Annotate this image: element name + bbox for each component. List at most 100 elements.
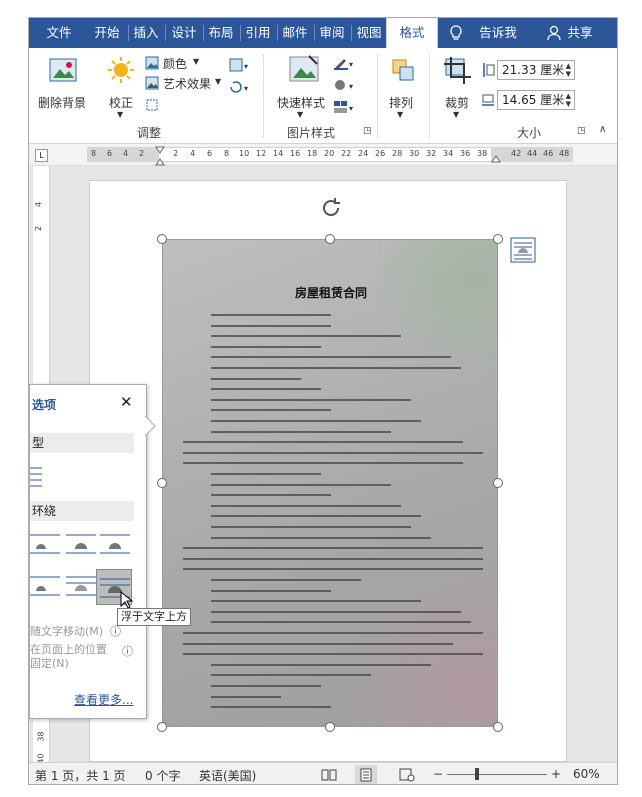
crop-label[interactable]: 裁剪 xyxy=(445,94,469,111)
ruler-tick: 2 xyxy=(34,225,44,232)
dialog-launcher-icon[interactable]: ◳ xyxy=(577,126,586,136)
inline-with-text-icon[interactable] xyxy=(30,463,60,489)
resize-handle-w[interactable] xyxy=(157,478,167,488)
color-icon[interactable] xyxy=(145,56,159,70)
compress-pictures-icon[interactable] xyxy=(145,98,159,112)
width-input[interactable]: 14.65 厘米 ▲ ▼ xyxy=(497,90,575,110)
document-page[interactable]: 房屋租赁合同 xyxy=(89,180,567,762)
remove-background-label[interactable]: 删除背景 xyxy=(38,94,86,111)
text-line xyxy=(211,335,401,338)
wrap-top-bottom-icon[interactable] xyxy=(30,573,60,599)
tab-view[interactable]: 视图 xyxy=(352,18,386,48)
share-button[interactable]: 共享 xyxy=(563,18,597,48)
zoom-in-button[interactable]: + xyxy=(551,767,561,781)
quick-styles-icon[interactable] xyxy=(287,54,321,86)
correct-label[interactable]: 校正 xyxy=(109,94,133,111)
chevron-down-icon[interactable]: ▼ xyxy=(297,110,303,119)
layout-options-icon[interactable] xyxy=(510,237,536,263)
chevron-down-icon[interactable]: ▼ xyxy=(453,110,459,119)
zoom-slider-thumb[interactable] xyxy=(475,768,479,780)
ruler-tick: 18 xyxy=(307,149,318,158)
tell-me-box[interactable]: 告诉我 xyxy=(475,18,521,48)
reset-picture-icon[interactable]: ▾ xyxy=(229,80,253,94)
width-icon xyxy=(482,94,494,106)
group-divider xyxy=(263,54,264,138)
behind-text-icon[interactable] xyxy=(66,573,96,599)
tab-home[interactable]: 开始 xyxy=(89,18,125,48)
text-line xyxy=(183,642,453,645)
text-line xyxy=(183,462,463,465)
artistic-effects-label[interactable]: 艺术效果 xyxy=(163,75,211,92)
color-label[interactable]: 颜色 xyxy=(163,55,187,72)
resize-handle-se[interactable] xyxy=(493,722,503,732)
web-layout-icon[interactable] xyxy=(399,768,415,782)
height-input[interactable]: 21.33 厘米 ▲ ▼ xyxy=(497,60,575,80)
resize-handle-nw[interactable] xyxy=(157,234,167,244)
move-with-text-option[interactable]: 随文字移动(M) xyxy=(30,623,103,639)
rotate-handle-icon[interactable] xyxy=(318,195,344,221)
tab-file[interactable]: 文件 xyxy=(37,18,81,48)
contract-picture[interactable]: 房屋租赁合同 xyxy=(162,239,498,727)
resize-handle-sw[interactable] xyxy=(157,722,167,732)
tab-review[interactable]: 审阅 xyxy=(315,18,349,48)
document-canvas[interactable]: 4 2 28 30 32 34 36 38 40 房屋租赁合同 xyxy=(29,166,617,764)
chevron-down-icon[interactable]: ▼ xyxy=(215,77,221,86)
adjust-group-label: 调整 xyxy=(137,126,162,140)
zoom-level[interactable]: 60% xyxy=(573,767,600,781)
close-icon[interactable]: ✕ xyxy=(120,393,133,411)
arrange-icon[interactable] xyxy=(391,58,415,82)
tab-design[interactable]: 设计 xyxy=(167,18,201,48)
wrap-through-icon[interactable] xyxy=(100,531,130,557)
picture-effects-icon[interactable]: ▾ xyxy=(333,78,357,92)
ruler-tick: 4 xyxy=(34,201,44,208)
info-icon[interactable]: ⓘ xyxy=(122,643,133,659)
wrap-tight-icon[interactable] xyxy=(66,531,96,557)
see-more-link[interactable]: 查看更多... xyxy=(74,691,133,708)
chevron-down-icon[interactable]: ▼ xyxy=(193,57,199,66)
horizontal-ruler[interactable]: L 8 6 4 2 2 4 6 8 10 12 14 16 18 20 22 2… xyxy=(29,144,617,166)
language[interactable]: 英语(美国) xyxy=(199,767,256,784)
resize-handle-n[interactable] xyxy=(325,234,335,244)
crop-icon[interactable] xyxy=(443,56,473,84)
tab-mailings[interactable]: 邮件 xyxy=(278,18,312,48)
resize-handle-ne[interactable] xyxy=(493,234,503,244)
remove-background-icon[interactable] xyxy=(49,56,77,84)
tab-stop-selector[interactable]: L xyxy=(35,149,48,162)
text-line xyxy=(211,356,451,359)
arrange-label[interactable]: 排列 xyxy=(389,94,413,111)
fix-position-option[interactable]: 在页面上的位置固定(N) xyxy=(30,643,116,671)
picture-tint xyxy=(337,566,497,726)
change-picture-icon[interactable]: ▾ xyxy=(229,58,253,72)
read-mode-icon[interactable] xyxy=(321,768,337,782)
resize-handle-s[interactable] xyxy=(325,722,335,732)
artistic-effects-icon[interactable] xyxy=(145,76,159,90)
word-count[interactable]: 0 个字 xyxy=(145,767,180,784)
indent-marker-icon[interactable] xyxy=(155,146,165,166)
ruler-tick: 36 xyxy=(460,149,471,158)
chevron-down-icon[interactable]: ▼ xyxy=(117,110,123,119)
spin-arrows-icon[interactable]: ▲ ▼ xyxy=(566,62,571,78)
lightbulb-icon[interactable] xyxy=(447,18,465,48)
wrap-square-icon[interactable] xyxy=(30,531,60,557)
resize-handle-e[interactable] xyxy=(493,478,503,488)
zoom-slider-track[interactable] xyxy=(447,774,547,775)
picture-border-icon[interactable]: ▾ xyxy=(333,56,357,70)
picture-layout-icon[interactable]: ▾ xyxy=(333,100,357,114)
tab-insert[interactable]: 插入 xyxy=(129,18,163,48)
tab-references[interactable]: 引用 xyxy=(241,18,275,48)
quick-styles-label[interactable]: 快速样式 xyxy=(277,94,325,111)
chevron-down-icon[interactable]: ▼ xyxy=(397,110,403,119)
ruler-tick: 38 xyxy=(36,731,46,742)
zoom-out-button[interactable]: − xyxy=(433,767,443,781)
spin-arrows-icon[interactable]: ▲ ▼ xyxy=(566,92,571,108)
right-indent-marker-icon[interactable] xyxy=(491,154,501,164)
sun-icon[interactable] xyxy=(107,56,135,84)
tab-format[interactable]: 格式 xyxy=(386,18,438,48)
tab-layout[interactable]: 布局 xyxy=(204,18,238,48)
text-line xyxy=(183,557,483,560)
print-layout-button[interactable] xyxy=(355,765,377,784)
dialog-launcher-icon[interactable]: ◳ xyxy=(363,126,372,136)
size-group-label: 大小 xyxy=(517,126,542,140)
page-count[interactable]: 第 1 页，共 1 页 xyxy=(35,767,126,784)
collapse-ribbon-icon[interactable]: ∧ xyxy=(599,124,606,135)
